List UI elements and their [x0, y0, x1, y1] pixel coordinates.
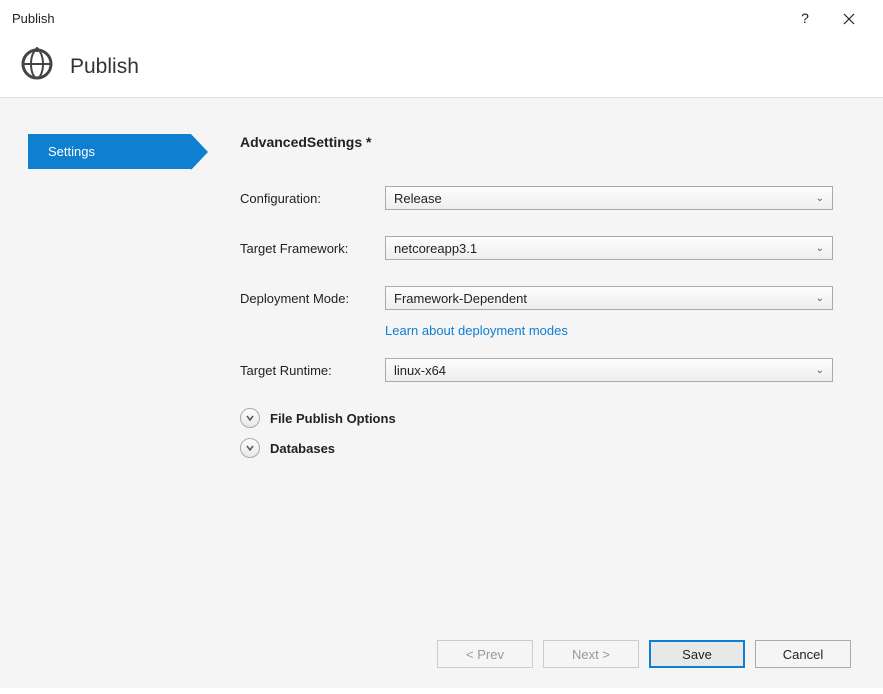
deployment-mode-value: Framework-Dependent [394, 291, 527, 306]
learn-deployment-modes-link[interactable]: Learn about deployment modes [385, 323, 568, 338]
file-publish-options-label: File Publish Options [270, 411, 396, 426]
target-framework-row: Target Framework: netcoreapp3.1 ⌄ [240, 236, 833, 260]
sidebar-item-settings[interactable]: Settings [28, 134, 191, 169]
configuration-value: Release [394, 191, 442, 206]
titlebar: Publish ? [0, 0, 883, 36]
main-panel: AdvancedSettings * Configuration: Releas… [240, 134, 883, 458]
chevron-down-circle-icon [240, 408, 260, 428]
close-button[interactable] [827, 11, 871, 26]
configuration-label: Configuration: [240, 191, 385, 206]
target-runtime-row: Target Runtime: linux-x64 ⌄ [240, 358, 833, 382]
sidebar: Settings [28, 134, 191, 169]
configuration-row: Configuration: Release ⌄ [240, 186, 833, 210]
deployment-mode-label: Deployment Mode: [240, 291, 385, 306]
chevron-down-icon: ⌄ [816, 243, 824, 254]
deployment-mode-row: Deployment Mode: Framework-Dependent ⌄ [240, 286, 833, 310]
chevron-down-icon: ⌄ [816, 293, 824, 304]
target-runtime-label: Target Runtime: [240, 363, 385, 378]
globe-publish-icon [20, 47, 54, 86]
deployment-mode-dropdown[interactable]: Framework-Dependent ⌄ [385, 286, 833, 310]
next-button: Next > [543, 640, 639, 668]
content-area: Settings AdvancedSettings * Configuratio… [0, 98, 883, 688]
sidebar-item-label: Settings [48, 144, 95, 159]
chevron-down-icon: ⌄ [816, 365, 824, 376]
target-runtime-dropdown[interactable]: linux-x64 ⌄ [385, 358, 833, 382]
help-button[interactable]: ? [783, 10, 827, 26]
chevron-down-circle-icon [240, 438, 260, 458]
databases-label: Databases [270, 441, 335, 456]
chevron-down-icon: ⌄ [816, 193, 824, 204]
window-title: Publish [12, 11, 783, 26]
prev-button: < Prev [437, 640, 533, 668]
target-framework-value: netcoreapp3.1 [394, 241, 477, 256]
save-button[interactable]: Save [649, 640, 745, 668]
dialog-header: Publish [0, 36, 883, 98]
databases-expander[interactable]: Databases [240, 438, 833, 458]
button-bar: < Prev Next > Save Cancel [437, 640, 851, 668]
target-runtime-value: linux-x64 [394, 363, 446, 378]
page-title: Publish [70, 55, 139, 79]
target-framework-label: Target Framework: [240, 241, 385, 256]
deployment-mode-link-row: Learn about deployment modes [240, 322, 833, 340]
section-heading: AdvancedSettings * [240, 134, 833, 150]
configuration-dropdown[interactable]: Release ⌄ [385, 186, 833, 210]
close-icon [843, 13, 855, 25]
target-framework-dropdown[interactable]: netcoreapp3.1 ⌄ [385, 236, 833, 260]
cancel-button[interactable]: Cancel [755, 640, 851, 668]
file-publish-options-expander[interactable]: File Publish Options [240, 408, 833, 428]
